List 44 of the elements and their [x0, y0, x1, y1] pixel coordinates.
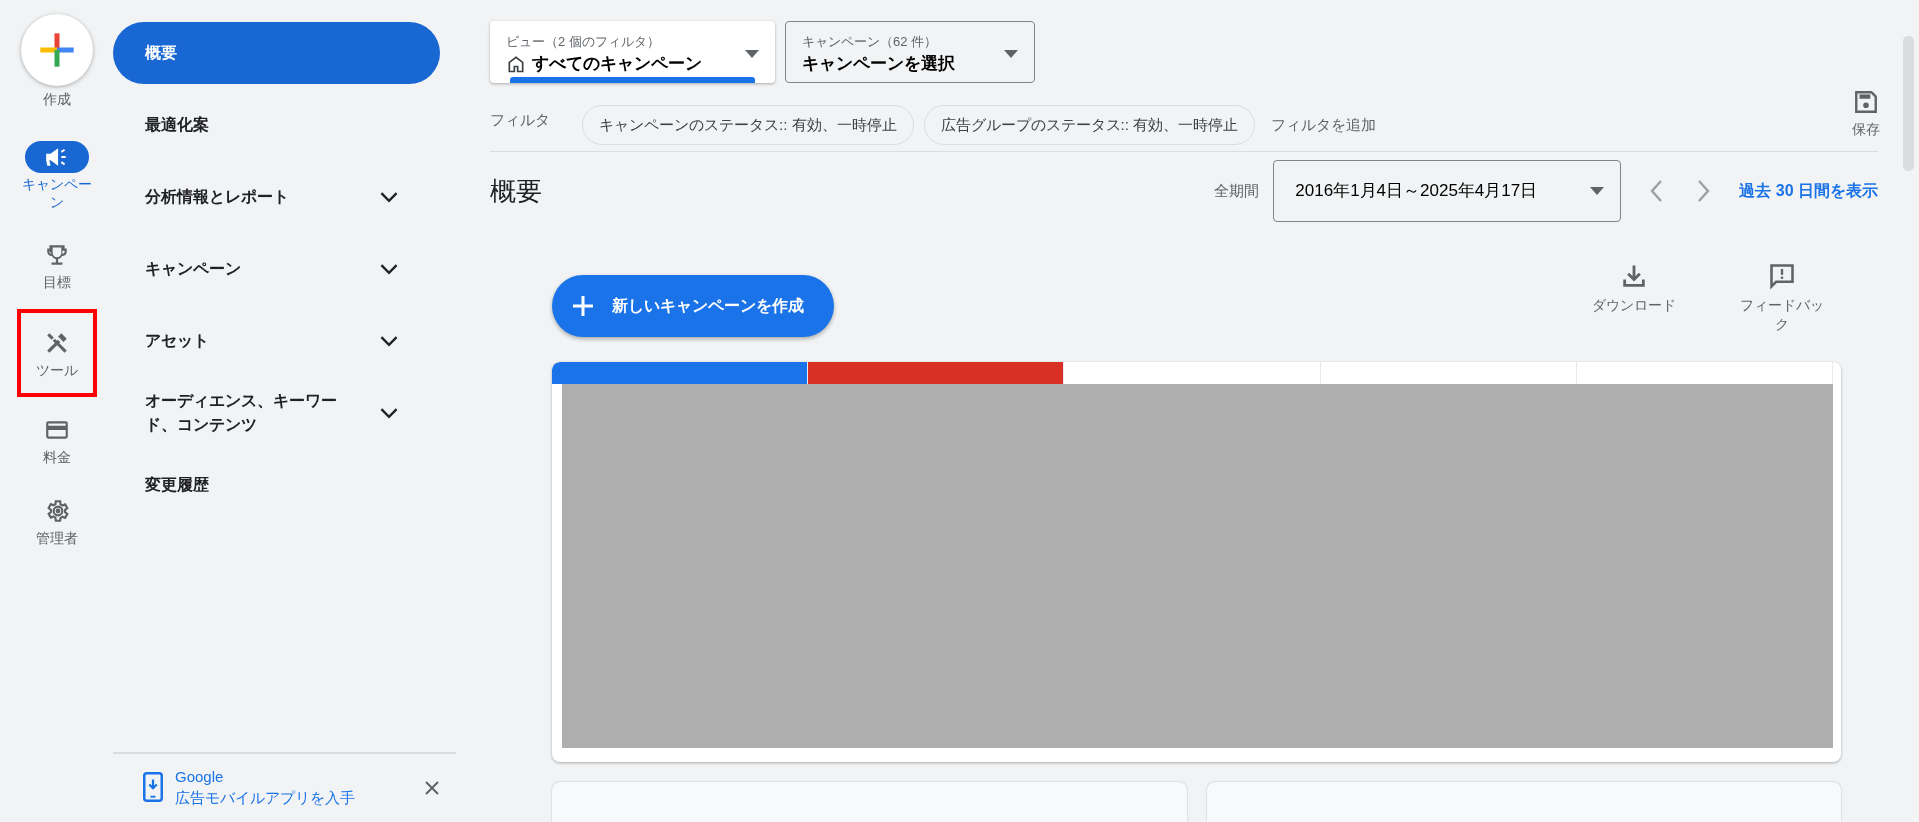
- rail-item[interactable]: 目標: [16, 228, 97, 303]
- date-range-picker[interactable]: 2016年1月4日～2025年4月17日: [1273, 160, 1622, 223]
- plus-icon: [572, 294, 594, 317]
- save-icon: [1853, 89, 1879, 116]
- sidebar-item[interactable]: 分析情報とレポート: [113, 166, 440, 228]
- filter-chip[interactable]: キャンペーンのステータス:: 有効、一時停止: [582, 104, 914, 146]
- page-title: 概要: [490, 175, 542, 207]
- rail-item[interactable]: ツール: [16, 308, 97, 398]
- save-button[interactable]: 保存: [1846, 88, 1886, 142]
- campaign-selector[interactable]: キャンペーン（62 件） キャンペーンを選択: [785, 21, 1035, 83]
- sidebar-item[interactable]: キャンペーン: [113, 238, 440, 300]
- caret-down-icon: [1590, 187, 1605, 196]
- chevron-right-icon: [1697, 179, 1712, 204]
- metric-tab[interactable]: [1064, 362, 1321, 385]
- create-button[interactable]: [20, 14, 93, 86]
- metric-tab[interactable]: [1576, 362, 1833, 385]
- view-selector[interactable]: ビュー（2 個のフィルタ） すべてのキャンペーン: [490, 21, 775, 83]
- download-button[interactable]: ダウンロード: [1584, 260, 1684, 335]
- metric-tab[interactable]: [1320, 362, 1577, 385]
- close-icon: [424, 779, 440, 796]
- filter-chip[interactable]: 広告グループのステータス:: 有効、一時停止: [923, 104, 1256, 146]
- sidebar-item[interactable]: アセット: [113, 310, 440, 372]
- caret-down-icon: [745, 50, 759, 58]
- mobile-app-link[interactable]: Google 広告モバイルアプリを入手: [175, 766, 412, 808]
- sidebar-item[interactable]: 変更履歴: [113, 454, 440, 516]
- metric-tab[interactable]: [552, 362, 809, 385]
- phone-download-icon: [143, 772, 163, 802]
- rail-item[interactable]: 料金: [16, 403, 97, 478]
- new-campaign-button[interactable]: 新しいキャンペーンを作成: [552, 274, 834, 337]
- feedback-button[interactable]: フィードバック: [1732, 260, 1832, 335]
- caret-down-icon: [1004, 50, 1018, 58]
- create-label: 作成: [42, 90, 71, 109]
- rail-item[interactable]: キャンペーン: [16, 130, 97, 223]
- feedback-icon: [1768, 261, 1796, 290]
- sidebar-item[interactable]: 概要: [113, 22, 440, 84]
- last-30-days-link[interactable]: 過去 30 日間を表示: [1739, 179, 1878, 204]
- add-filter-button[interactable]: フィルタを追加: [1265, 112, 1383, 138]
- period-label: 全期間: [1214, 181, 1260, 201]
- rail-item[interactable]: 管理者: [16, 483, 97, 559]
- sidebar-item[interactable]: オーディエンス、キーワード、コンテンツ: [113, 382, 440, 444]
- filter-label: フィルタ: [490, 110, 550, 130]
- sidebar-item[interactable]: 最適化案: [113, 94, 440, 156]
- chevron-left-icon: [1649, 179, 1664, 204]
- metric-tab[interactable]: [808, 362, 1065, 385]
